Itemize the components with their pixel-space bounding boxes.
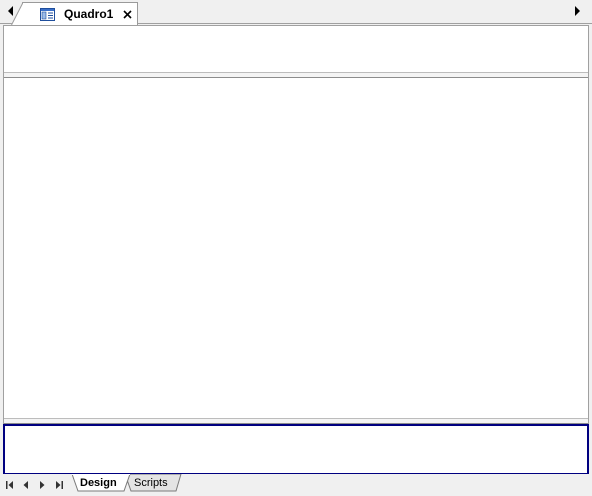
footer-band-selected[interactable] xyxy=(3,424,589,475)
previous-icon xyxy=(23,481,28,489)
header-band[interactable] xyxy=(4,26,588,72)
body-band[interactable] xyxy=(4,78,588,418)
first-icon xyxy=(6,481,13,489)
design-surface xyxy=(3,25,589,475)
tab-slant-edge xyxy=(11,2,23,25)
form-layout-icon xyxy=(40,7,55,21)
last-tab-button[interactable] xyxy=(53,479,65,491)
tab-label: Quadro1 xyxy=(64,7,114,21)
close-icon[interactable] xyxy=(122,9,132,19)
triangle-right-icon xyxy=(574,6,580,16)
bottom-tab-bar: Design Scripts xyxy=(0,474,592,496)
first-tab-button[interactable] xyxy=(4,479,16,491)
document-tab-strip: Quadro1 xyxy=(0,0,592,25)
form-designer-window: Quadro1 Design Scripts xyxy=(0,0,592,496)
previous-tab-button[interactable] xyxy=(20,479,32,491)
tab-quadro1[interactable]: Quadro1 xyxy=(11,2,138,25)
last-icon xyxy=(56,481,63,489)
tab-scripts[interactable]: Scripts xyxy=(134,477,168,489)
next-icon xyxy=(40,481,45,489)
tabs-scroll-right-button[interactable] xyxy=(570,3,584,19)
next-tab-button[interactable] xyxy=(36,479,48,491)
tab-design[interactable]: Design xyxy=(80,477,117,489)
